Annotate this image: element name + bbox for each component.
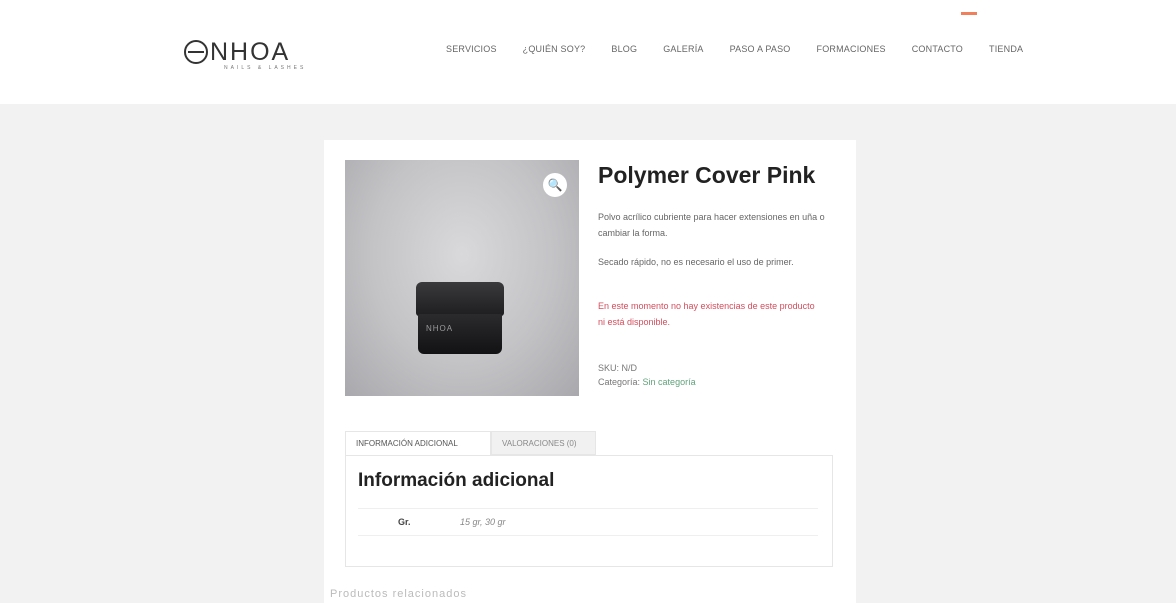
tab-additional-info[interactable]: Información adicional — [345, 431, 491, 455]
tab-reviews[interactable]: Valoraciones (0) — [491, 431, 596, 455]
logo-tagline: NAILS & LASHES — [224, 65, 307, 71]
additional-info-heading: Información adicional — [358, 470, 555, 491]
stock-message: En este momento no hay existencias de es… — [598, 301, 815, 327]
category-link[interactable]: Sin categoría — [643, 377, 696, 387]
product-category: Categoría: Sin categoría — [598, 377, 696, 387]
nav-item-galeria[interactable]: Galería — [663, 44, 703, 64]
nav-item-formaciones[interactable]: Formaciones — [817, 44, 886, 64]
nav-item-quien-soy[interactable]: ¿Quién soy? — [523, 44, 586, 64]
nav-item-contacto[interactable]: Contacto — [912, 44, 963, 64]
jar-body: NHOA — [418, 314, 502, 354]
logo-mark-icon — [184, 40, 208, 64]
product-image[interactable] — [345, 160, 579, 396]
attribute-value: 15 gr, 30 gr — [460, 517, 506, 527]
product-title: Polymer Cover Pink — [598, 162, 816, 188]
category-label: Categoría: — [598, 377, 641, 387]
attribute-name: Gr. — [398, 517, 411, 527]
jar-lid — [416, 282, 504, 316]
product-description-2: Secado rápido, no es necesario el uso de… — [598, 257, 794, 267]
site-logo[interactable]: NHOA NAILS & LASHES — [184, 34, 354, 76]
related-products-heading: Productos relacionados — [330, 588, 467, 600]
active-menu-indicator — [961, 12, 977, 15]
nav-item-servicios[interactable]: Servicios — [446, 44, 497, 64]
nav-item-blog[interactable]: Blog — [611, 44, 637, 64]
magnifier-icon[interactable]: 🔍 — [543, 173, 567, 197]
product-description: Polvo acrílico cubriente para hacer exte… — [598, 212, 825, 238]
sku-label: SKU: — [598, 363, 620, 373]
logo-text: NHOA — [210, 38, 291, 66]
sku-value: N/D — [621, 363, 638, 373]
attribute-row: Gr. 15 gr, 30 gr — [358, 508, 818, 536]
product-sku: SKU: N/D — [598, 363, 637, 373]
nav-item-tienda[interactable]: Tienda — [989, 44, 1023, 64]
product-jar-illustration: NHOA — [416, 282, 504, 356]
main-nav: Servicios ¿Quién soy? Blog Galería Paso … — [446, 44, 1049, 64]
nav-item-paso-a-paso[interactable]: Paso a paso — [730, 44, 791, 64]
jar-label: NHOA — [426, 324, 454, 333]
